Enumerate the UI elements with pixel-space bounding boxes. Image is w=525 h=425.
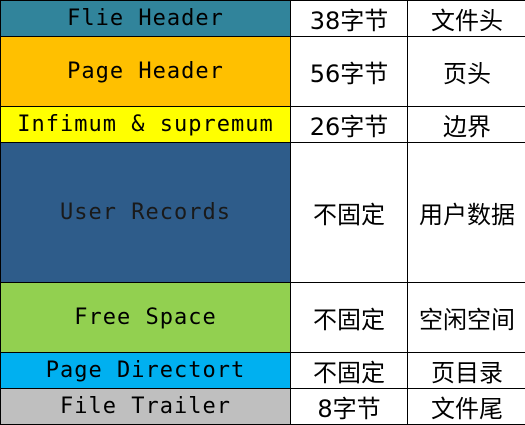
table-row: Page Directort 不固定 页目录 — [1, 353, 525, 389]
part-size-cell: 不固定 — [291, 143, 408, 283]
part-name-cell: Page Header — [1, 37, 291, 107]
part-name-cell: Free Space — [1, 283, 291, 353]
part-desc-cell: 文件头 — [408, 1, 525, 37]
part-name-cell: Infimum & supremum — [1, 107, 291, 143]
table-row: User Records 不固定 用户数据 — [1, 143, 525, 283]
part-size-cell: 38字节 — [291, 1, 408, 37]
part-size-cell: 不固定 — [291, 353, 408, 389]
part-desc-cell: 页头 — [408, 37, 525, 107]
part-name-cell: Page Directort — [1, 353, 291, 389]
table-row: Page Header 56字节 页头 — [1, 37, 525, 107]
part-name-cell: Flie Header — [1, 1, 291, 37]
table-row: File Trailer 8字节 文件尾 — [1, 389, 525, 425]
part-size-cell: 56字节 — [291, 37, 408, 107]
part-size-cell: 8字节 — [291, 389, 408, 425]
part-desc-cell: 空闲空间 — [408, 283, 525, 353]
table-row: Free Space 不固定 空闲空间 — [1, 283, 525, 353]
table-row: Flie Header 38字节 文件头 — [1, 1, 525, 37]
part-size-cell: 不固定 — [291, 283, 408, 353]
part-size-cell: 26字节 — [291, 107, 408, 143]
part-desc-cell: 边界 — [408, 107, 525, 143]
page-structure-diagram: Flie Header 38字节 文件头 Page Header 56字节 页头… — [0, 0, 525, 423]
part-name-cell: File Trailer — [1, 389, 291, 425]
part-desc-cell: 文件尾 — [408, 389, 525, 425]
part-desc-cell: 页目录 — [408, 353, 525, 389]
part-name-cell: User Records — [1, 143, 291, 283]
part-desc-cell: 用户数据 — [408, 143, 525, 283]
page-structure-table: Flie Header 38字节 文件头 Page Header 56字节 页头… — [0, 0, 525, 425]
table-row: Infimum & supremum 26字节 边界 — [1, 107, 525, 143]
